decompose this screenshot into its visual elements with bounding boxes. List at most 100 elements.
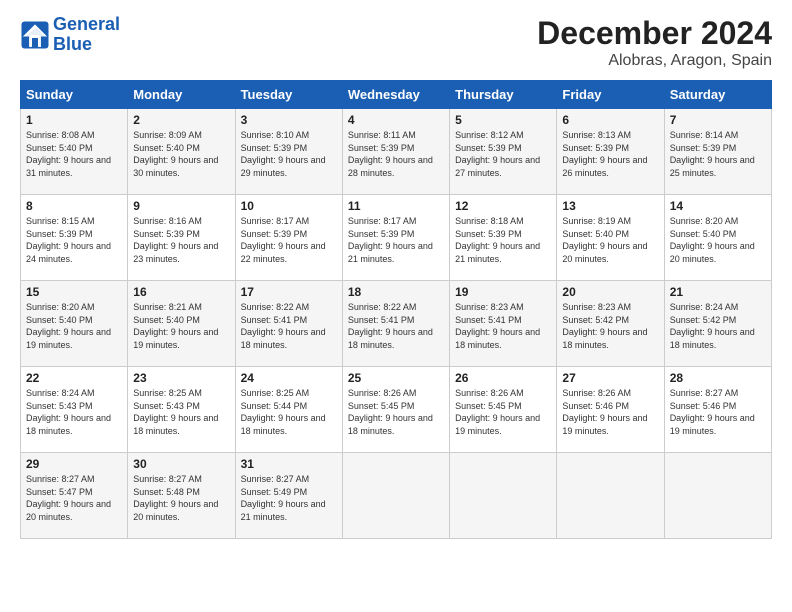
page-header: General Blue December 2024 Alobras, Arag… (20, 15, 772, 70)
day-number: 9 (133, 199, 229, 213)
day-info: Sunrise: 8:17 AMSunset: 5:39 PMDaylight:… (348, 215, 444, 265)
day-number: 20 (562, 285, 658, 299)
day-info: Sunrise: 8:10 AMSunset: 5:39 PMDaylight:… (241, 129, 337, 179)
calendar-cell: 1Sunrise: 8:08 AMSunset: 5:40 PMDaylight… (21, 109, 128, 195)
day-number: 14 (670, 199, 766, 213)
day-info: Sunrise: 8:13 AMSunset: 5:39 PMDaylight:… (562, 129, 658, 179)
weekday-header-sunday: Sunday (21, 81, 128, 109)
day-number: 24 (241, 371, 337, 385)
calendar-cell: 21 Sunrise: 8:24 AMSunset: 5:42 PMDayligh… (664, 281, 771, 367)
day-number: 2 (133, 113, 229, 127)
day-info: Sunrise: 8:24 AMSunset: 5:42 PMDaylight:… (670, 301, 766, 351)
day-number: 26 (455, 371, 551, 385)
day-info: Sunrise: 8:26 AMSunset: 5:46 PMDaylight:… (562, 387, 658, 437)
calendar-cell: 10 Sunrise: 8:17 AMSunset: 5:39 PMDayligh… (235, 195, 342, 281)
day-number: 10 (241, 199, 337, 213)
calendar-cell: 6 Sunrise: 8:13 AMSunset: 5:39 PMDaylight… (557, 109, 664, 195)
weekday-header-row: SundayMondayTuesdayWednesdayThursdayFrid… (21, 81, 772, 109)
calendar-cell: 3 Sunrise: 8:10 AMSunset: 5:39 PMDaylight… (235, 109, 342, 195)
calendar-cell: 5Sunrise: 8:12 AMSunset: 5:39 PMDaylight… (450, 109, 557, 195)
day-number: 23 (133, 371, 229, 385)
calendar-week-3: 15Sunrise: 8:20 AMSunset: 5:40 PMDayligh… (21, 281, 772, 367)
calendar-cell: 27 Sunrise: 8:26 AMSunset: 5:46 PMDayligh… (557, 367, 664, 453)
calendar-cell: 9Sunrise: 8:16 AMSunset: 5:39 PMDaylight… (128, 195, 235, 281)
weekday-header-monday: Monday (128, 81, 235, 109)
calendar-week-2: 8 Sunrise: 8:15 AMSunset: 5:39 PMDaylight… (21, 195, 772, 281)
calendar-table: SundayMondayTuesdayWednesdayThursdayFrid… (20, 80, 772, 539)
calendar-cell: 2 Sunrise: 8:09 AMSunset: 5:40 PMDaylight… (128, 109, 235, 195)
subtitle: Alobras, Aragon, Spain (537, 52, 772, 70)
day-info: Sunrise: 8:21 AMSunset: 5:40 PMDaylight:… (133, 301, 229, 351)
day-info: Sunrise: 8:20 AMSunset: 5:40 PMDaylight:… (670, 215, 766, 265)
calendar-cell: 24 Sunrise: 8:25 AMSunset: 5:44 PMDayligh… (235, 367, 342, 453)
day-number: 31 (241, 457, 337, 471)
day-number: 18 (348, 285, 444, 299)
weekday-header-friday: Friday (557, 81, 664, 109)
calendar-week-4: 22Sunrise: 8:24 AMSunset: 5:43 PMDayligh… (21, 367, 772, 453)
calendar-cell (450, 453, 557, 539)
day-info: Sunrise: 8:27 AMSunset: 5:47 PMDaylight:… (26, 473, 122, 523)
weekday-header-thursday: Thursday (450, 81, 557, 109)
calendar-cell: 13 Sunrise: 8:19 AMSunset: 5:40 PMDayligh… (557, 195, 664, 281)
day-number: 28 (670, 371, 766, 385)
day-number: 19 (455, 285, 551, 299)
calendar-cell (342, 453, 449, 539)
calendar-cell: 12 Sunrise: 8:18 AMSunset: 5:39 PMDayligh… (450, 195, 557, 281)
title-block: December 2024 Alobras, Aragon, Spain (537, 15, 772, 70)
day-number: 12 (455, 199, 551, 213)
day-number: 6 (562, 113, 658, 127)
calendar-cell: 20 Sunrise: 8:23 AMSunset: 5:42 PMDayligh… (557, 281, 664, 367)
day-number: 21 (670, 285, 766, 299)
day-number: 27 (562, 371, 658, 385)
day-info: Sunrise: 8:25 AMSunset: 5:43 PMDaylight:… (133, 387, 229, 437)
calendar-cell: 23 Sunrise: 8:25 AMSunset: 5:43 PMDayligh… (128, 367, 235, 453)
day-info: Sunrise: 8:09 AMSunset: 5:40 PMDaylight:… (133, 129, 229, 179)
calendar-week-1: 1Sunrise: 8:08 AMSunset: 5:40 PMDaylight… (21, 109, 772, 195)
weekday-header-saturday: Saturday (664, 81, 771, 109)
calendar-cell: 22Sunrise: 8:24 AMSunset: 5:43 PMDayligh… (21, 367, 128, 453)
calendar-cell (664, 453, 771, 539)
day-info: Sunrise: 8:18 AMSunset: 5:39 PMDaylight:… (455, 215, 551, 265)
day-info: Sunrise: 8:25 AMSunset: 5:44 PMDaylight:… (241, 387, 337, 437)
calendar-cell: 19 Sunrise: 8:23 AMSunset: 5:41 PMDayligh… (450, 281, 557, 367)
logo-line2: Blue (53, 34, 92, 54)
calendar-cell (557, 453, 664, 539)
weekday-header-wednesday: Wednesday (342, 81, 449, 109)
day-info: Sunrise: 8:19 AMSunset: 5:40 PMDaylight:… (562, 215, 658, 265)
day-number: 17 (241, 285, 337, 299)
day-number: 1 (26, 113, 122, 127)
day-info: Sunrise: 8:15 AMSunset: 5:39 PMDaylight:… (26, 215, 122, 265)
day-number: 22 (26, 371, 122, 385)
weekday-header-tuesday: Tuesday (235, 81, 342, 109)
calendar-cell: 29 Sunrise: 8:27 AMSunset: 5:47 PMDayligh… (21, 453, 128, 539)
calendar-cell: 26Sunrise: 8:26 AMSunset: 5:45 PMDayligh… (450, 367, 557, 453)
logo-text: General Blue (53, 15, 120, 55)
calendar-cell: 18Sunrise: 8:22 AMSunset: 5:41 PMDayligh… (342, 281, 449, 367)
day-number: 13 (562, 199, 658, 213)
day-number: 8 (26, 199, 122, 213)
calendar-cell: 16Sunrise: 8:21 AMSunset: 5:40 PMDayligh… (128, 281, 235, 367)
day-number: 7 (670, 113, 766, 127)
day-number: 15 (26, 285, 122, 299)
day-info: Sunrise: 8:23 AMSunset: 5:41 PMDaylight:… (455, 301, 551, 351)
main-title: December 2024 (537, 15, 772, 52)
calendar-cell: 25Sunrise: 8:26 AMSunset: 5:45 PMDayligh… (342, 367, 449, 453)
day-number: 30 (133, 457, 229, 471)
day-info: Sunrise: 8:26 AMSunset: 5:45 PMDaylight:… (348, 387, 444, 437)
calendar-cell: 31Sunrise: 8:27 AMSunset: 5:49 PMDayligh… (235, 453, 342, 539)
day-number: 3 (241, 113, 337, 127)
calendar-cell: 14 Sunrise: 8:20 AMSunset: 5:40 PMDayligh… (664, 195, 771, 281)
calendar-cell: 17Sunrise: 8:22 AMSunset: 5:41 PMDayligh… (235, 281, 342, 367)
logo: General Blue (20, 15, 120, 55)
calendar-week-5: 29 Sunrise: 8:27 AMSunset: 5:47 PMDayligh… (21, 453, 772, 539)
day-info: Sunrise: 8:12 AMSunset: 5:39 PMDaylight:… (455, 129, 551, 179)
day-info: Sunrise: 8:17 AMSunset: 5:39 PMDaylight:… (241, 215, 337, 265)
calendar-cell: 4Sunrise: 8:11 AMSunset: 5:39 PMDaylight… (342, 109, 449, 195)
day-number: 29 (26, 457, 122, 471)
logo-line1: General (53, 14, 120, 34)
calendar-cell: 15Sunrise: 8:20 AMSunset: 5:40 PMDayligh… (21, 281, 128, 367)
calendar-cell: 11Sunrise: 8:17 AMSunset: 5:39 PMDayligh… (342, 195, 449, 281)
logo-icon (20, 20, 50, 50)
day-info: Sunrise: 8:11 AMSunset: 5:39 PMDaylight:… (348, 129, 444, 179)
day-info: Sunrise: 8:23 AMSunset: 5:42 PMDaylight:… (562, 301, 658, 351)
